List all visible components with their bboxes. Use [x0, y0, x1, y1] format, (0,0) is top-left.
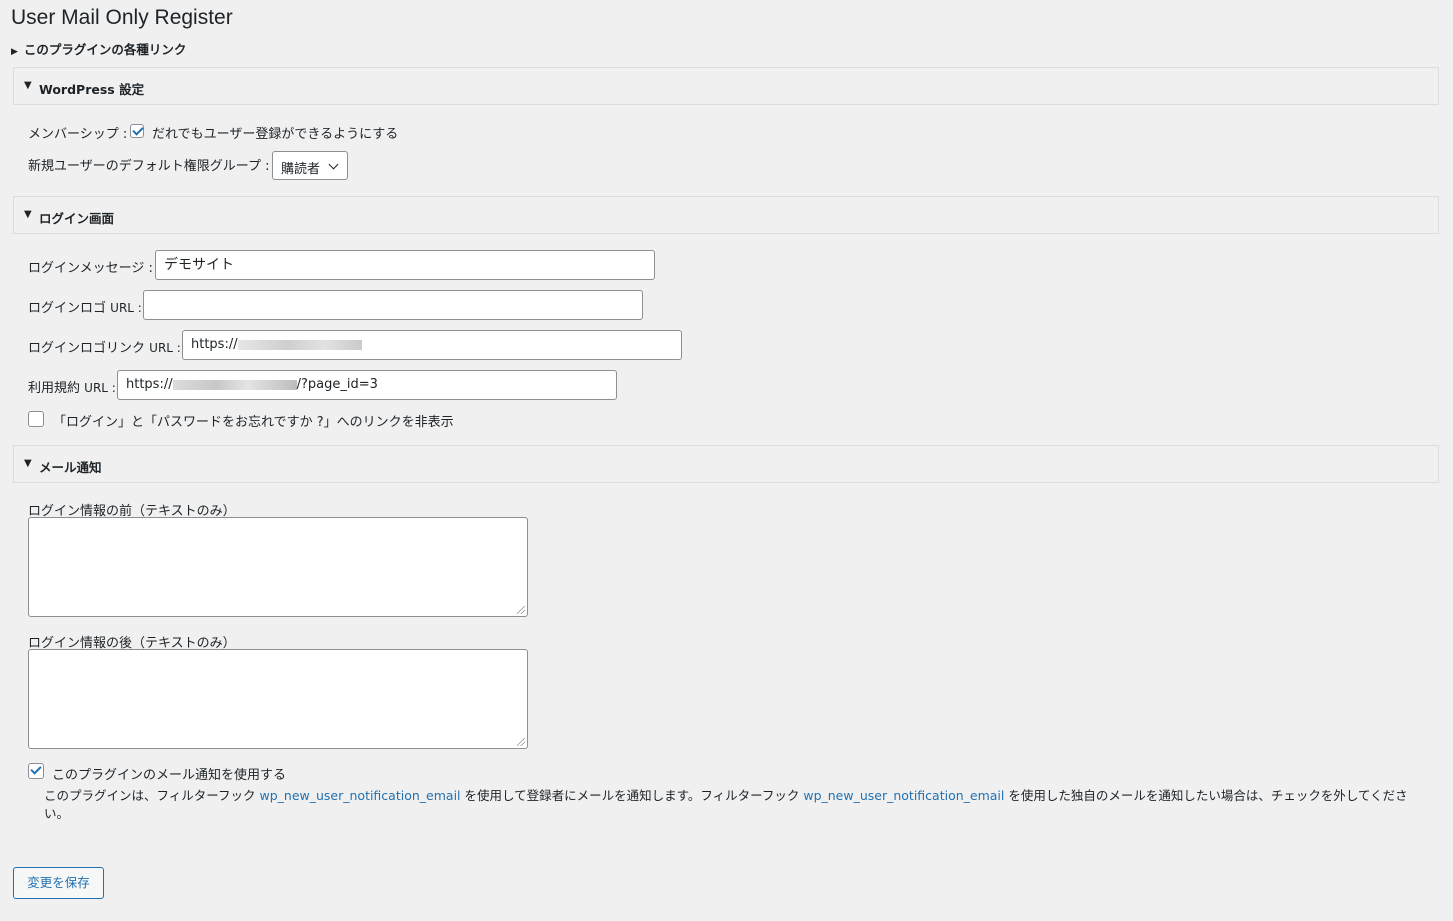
redacted-block: [172, 379, 297, 390]
redacted-block: [237, 339, 362, 350]
desc-text-2: を使用して登録者にメールを通知します。フィルターフック: [460, 788, 804, 803]
caret-down-icon: ▼: [24, 209, 32, 220]
login-logo-link-input[interactable]: https://: [182, 330, 682, 360]
resize-handle-icon[interactable]: [517, 738, 525, 746]
section-header-wordpress[interactable]: ▼ WordPress 設定: [13, 67, 1439, 105]
after-login-info-textarea[interactable]: [28, 649, 528, 749]
use-mail-notification-checkbox[interactable]: [28, 763, 44, 779]
hook-link-2[interactable]: wp_new_user_notification_email: [803, 788, 1004, 803]
terms-url-prefix: https://: [126, 377, 173, 392]
before-login-info-textarea[interactable]: [28, 517, 528, 617]
caret-down-icon: ▼: [24, 80, 32, 91]
terms-url-label-text: 利用規約: [28, 381, 81, 396]
desc-text-1: このプラグインは、フィルターフック: [44, 788, 260, 803]
terms-url-suffix: /?page_id=3: [296, 377, 378, 392]
login-logo-url-label: ログインロゴ URL :: [28, 297, 142, 316]
hide-links-label[interactable]: 「ログイン」と「パスワードをお忘れですか ?」へのリンクを非表示: [53, 411, 454, 430]
page-title: User Mail Only Register: [11, 6, 233, 29]
login-logo-link-label: ログインロゴリンク URL :: [28, 337, 181, 356]
terms-url-input[interactable]: https:// /?page_id=3: [117, 370, 617, 400]
use-mail-notification-label[interactable]: このプラグインのメール通知を使用する: [52, 764, 286, 783]
chevron-down-icon: [328, 159, 339, 170]
membership-checkbox[interactable]: [130, 124, 144, 138]
plugin-links-label: このプラグインの各種リンク: [23, 42, 187, 57]
login-logo-url-input[interactable]: [143, 290, 643, 320]
section-title-login: ログイン画面: [39, 211, 115, 226]
membership-label: メンバーシップ :: [28, 127, 128, 142]
login-message-input[interactable]: デモサイト: [155, 250, 655, 280]
caret-right-icon: ▶: [11, 47, 18, 57]
login-logo-link-value: https://: [191, 337, 238, 352]
hide-links-checkbox[interactable]: [28, 411, 44, 427]
login-message-label: ログインメッセージ :: [28, 261, 153, 276]
login-logo-link-label-suffix: URL :: [149, 341, 181, 355]
default-role-select[interactable]: 購読者: [272, 151, 348, 180]
login-logo-url-label-suffix: URL :: [110, 301, 142, 315]
section-header-mail[interactable]: ▼ メール通知: [13, 445, 1439, 483]
login-logo-link-label-text: ログインロゴリンク: [28, 341, 146, 356]
resize-handle-icon[interactable]: [517, 606, 525, 614]
terms-url-label-suffix: URL :: [84, 381, 116, 395]
section-title-wordpress: WordPress 設定: [39, 82, 145, 97]
membership-checkbox-label[interactable]: だれでもユーザー登録ができるようにする: [152, 123, 398, 142]
plugin-links-toggle[interactable]: ▶ このプラグインの各種リンク: [11, 39, 186, 58]
section-title-mail: メール通知: [39, 460, 102, 475]
save-changes-button[interactable]: 変更を保存: [13, 867, 104, 899]
hook-link-1[interactable]: wp_new_user_notification_email: [259, 788, 460, 803]
caret-down-icon: ▼: [24, 458, 32, 469]
settings-page: User Mail Only Register ▶ このプラグインの各種リンク ▼…: [0, 0, 1453, 921]
terms-url-label: 利用規約 URL :: [28, 377, 116, 396]
mail-notification-description: このプラグインは、フィルターフック wp_new_user_notificati…: [44, 787, 1414, 823]
default-role-value: 購読者: [281, 162, 321, 177]
login-logo-url-label-text: ログインロゴ: [28, 301, 107, 316]
section-header-login[interactable]: ▼ ログイン画面: [13, 196, 1439, 234]
default-role-label: 新規ユーザーのデフォルト権限グループ :: [28, 159, 270, 174]
